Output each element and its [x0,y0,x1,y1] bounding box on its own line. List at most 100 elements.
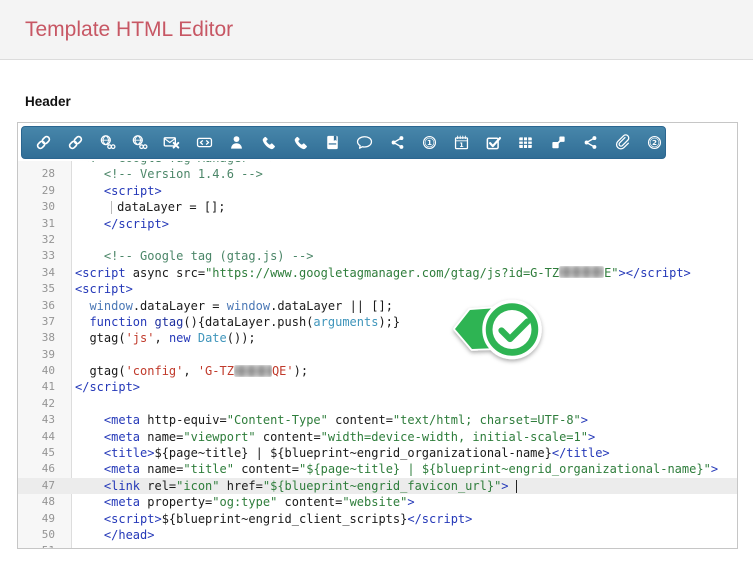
line-number: 37 [18,314,71,330]
code-line-text: <meta property="og:type" content="websit… [71,494,415,510]
code-line[interactable]: 42 [18,396,737,412]
code-line-text [71,347,75,363]
contact-icon[interactable] [220,134,252,151]
link-alt-icon[interactable] [59,134,91,151]
code-line[interactable]: 28 <!-- Version 1.4.6 --> [18,166,737,182]
code-line-text [71,396,75,412]
html-editor: 1 1 2 27 <!-- Google Tag Manager -->28 <… [17,122,738,549]
code-line[interactable]: 48 <meta property="og:type" content="web… [18,494,737,510]
redacted-text [234,365,272,377]
code-line[interactable]: 51 [18,543,737,548]
code-line[interactable]: 50 </head> [18,527,737,543]
move-blocks-icon[interactable] [542,134,574,151]
globe-link-icon[interactable] [91,134,123,151]
circled-2-icon[interactable]: 2 [639,134,671,151]
code-line[interactable]: 37 function gtag(){dataLayer.push(argume… [18,314,737,330]
code-line-text: <meta name="title" content="${page~title… [71,461,718,477]
code-line[interactable]: 33 <!-- Google tag (gtag.js) --> [18,248,737,264]
line-number: 33 [18,248,71,264]
code-line[interactable]: 39 [18,347,737,363]
address-book-icon[interactable] [317,134,349,151]
line-number: 29 [18,183,71,199]
line-number: 31 [18,216,71,232]
comment-icon[interactable] [349,134,381,151]
line-number: 35 [18,281,71,297]
code-line[interactable]: 45 <title>${page~title} | ${blueprint~en… [18,445,737,461]
indent-guide [111,201,112,214]
code-lines: 27 <!-- Google Tag Manager -->28 <!-- Ve… [18,161,737,548]
code-line[interactable]: 44 <meta name="viewport" content="width=… [18,429,737,445]
code-line[interactable]: 49 <script>${blueprint~engrid_client_scr… [18,511,737,527]
checkbox-checked-icon[interactable] [478,134,510,151]
code-line-text: </script> [71,379,140,395]
paperclip-icon[interactable] [606,134,638,151]
code-line[interactable]: 36 window.dataLayer = window.dataLayer |… [18,298,737,314]
section-label-header: Header [25,94,71,109]
code-line-text: <meta http-equiv="Content-Type" content=… [71,412,588,428]
code-line-text: <!-- Google tag (gtag.js) --> [71,248,313,264]
code-line[interactable]: 29 <script> [18,183,737,199]
code-line-text: <script>${blueprint~engrid_client_script… [71,511,472,527]
code-line[interactable]: 35<script> [18,281,737,297]
calendar-icon[interactable]: 1 [445,134,477,151]
table-icon[interactable] [510,134,542,151]
svg-text:1: 1 [459,141,463,149]
email-remove-icon[interactable] [156,134,188,151]
code-line[interactable]: 40 gtag('config', 'G-TZQE'); [18,363,737,379]
code-line-text [71,232,75,248]
line-number: 46 [18,461,71,477]
code-line-text: dataLayer = []; [71,199,226,215]
code-line-text: <!-- Version 1.4.6 --> [71,166,263,182]
code-line-text: </head> [71,527,154,543]
line-number: 34 [18,265,71,281]
code-line-text: <title>${page~title} | ${blueprint~engri… [71,445,610,461]
code-line-text [71,543,75,548]
redacted-text [559,266,604,278]
code-line[interactable]: 38 gtag('js', new Date()); [18,330,737,346]
line-number: 42 [18,396,71,412]
line-number: 43 [18,412,71,428]
share-nodes-icon[interactable] [381,134,413,151]
link-icon[interactable] [27,134,59,151]
code-line[interactable]: 47 <link rel="icon" href="${blueprint~en… [18,478,737,494]
page-header: Template HTML Editor [0,0,753,60]
code-line-text: </script> [71,216,169,232]
line-number: 28 [18,166,71,182]
line-number: 41 [18,379,71,395]
code-line[interactable]: 30 dataLayer = []; [18,199,737,215]
line-number: 39 [18,347,71,363]
code-line[interactable]: 41</script> [18,379,737,395]
share-nodes-alt-icon[interactable] [574,134,606,151]
code-line-text: <script async src="https://www.googletag… [71,265,691,281]
code-line[interactable]: 32 [18,232,737,248]
phone-alt-icon[interactable] [285,134,317,151]
code-line-text: <script> [71,183,162,199]
line-number: 36 [18,298,71,314]
line-number: 49 [18,511,71,527]
code-line[interactable]: 46 <meta name="title" content="${page~ti… [18,461,737,477]
globe-link-alt-icon[interactable] [124,134,156,151]
circled-1-icon[interactable]: 1 [413,134,445,151]
line-number: 45 [18,445,71,461]
code-line-text: <meta name="viewport" content="width=dev… [71,429,595,445]
code-editor-textarea[interactable]: 27 <!-- Google Tag Manager -->28 <!-- Ve… [18,161,737,548]
code-line[interactable]: 31 </script> [18,216,737,232]
code-line-text: <script> [71,281,133,297]
svg-text:2: 2 [652,138,657,147]
line-number: 51 [18,543,71,548]
code-line-text: gtag('js', new Date()); [71,330,256,346]
svg-text:1: 1 [427,138,432,147]
code-line-text: window.dataLayer = window.dataLayer || [… [71,298,393,314]
phone-icon[interactable] [252,134,284,151]
embed-code-icon[interactable] [188,134,220,151]
code-line-text: <link rel="icon" href="${blueprint~engri… [71,478,517,494]
line-number: 48 [18,494,71,510]
line-number: 50 [18,527,71,543]
code-line[interactable]: 34<script async src="https://www.googlet… [18,265,737,281]
line-number: 30 [18,199,71,215]
code-line[interactable]: 43 <meta http-equiv="Content-Type" conte… [18,412,737,428]
code-line-text: function gtag(){dataLayer.push(arguments… [71,314,400,330]
editor-toolbar: 1 1 2 [21,126,666,159]
text-cursor [516,480,518,493]
page-title: Template HTML Editor [0,0,753,42]
